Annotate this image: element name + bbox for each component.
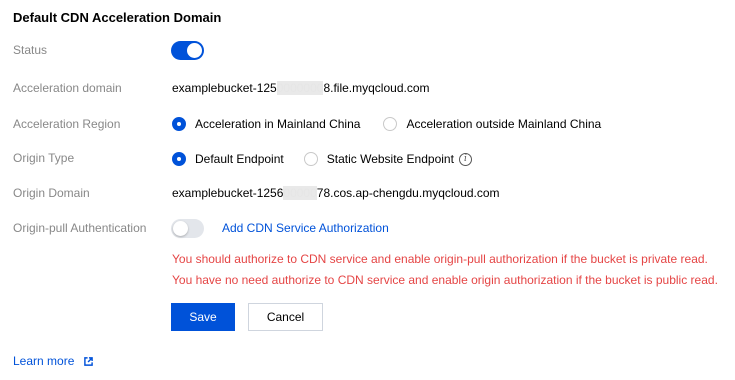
acceleration-domain-label: Acceleration domain bbox=[13, 81, 122, 95]
info-icon[interactable]: i bbox=[458, 152, 472, 166]
radio-outside-mainland-china[interactable]: Acceleration outside Mainland China bbox=[383, 117, 601, 131]
origin-type-radio-group: Default Endpoint Static Website Endpoint… bbox=[172, 152, 472, 166]
add-cdn-authorization-link[interactable]: Add CDN Service Authorization bbox=[222, 221, 389, 235]
radio-mainland-china[interactable]: Acceleration in Mainland China bbox=[172, 117, 360, 131]
origin-pull-auth-label: Origin-pull Authentication bbox=[13, 221, 147, 235]
origin-type-label: Origin Type bbox=[13, 151, 75, 165]
origin-domain-value: examplebucket-12560000078.cos.ap-chengdu… bbox=[172, 186, 500, 200]
section-title: Default CDN Acceleration Domain bbox=[13, 10, 222, 25]
radio-unchecked-icon bbox=[383, 117, 398, 131]
origin-pull-auth-toggle[interactable] bbox=[171, 219, 204, 238]
status-label: Status bbox=[13, 43, 48, 57]
private-read-warning: You should authorize to CDN service and … bbox=[172, 252, 708, 266]
acceleration-region-radio-group: Acceleration in Mainland China Accelerat… bbox=[172, 117, 601, 131]
learn-more-link[interactable]: Learn more bbox=[13, 354, 93, 368]
save-button[interactable]: Save bbox=[171, 303, 235, 331]
acceleration-region-label: Acceleration Region bbox=[13, 117, 121, 131]
masked-text: 00000 bbox=[283, 186, 317, 200]
learn-more-label: Learn more bbox=[13, 354, 75, 368]
toggle-knob bbox=[173, 221, 188, 236]
radio-static-website-endpoint[interactable]: Static Website Endpoint bbox=[303, 152, 454, 166]
external-link-icon bbox=[83, 357, 93, 366]
status-toggle[interactable] bbox=[171, 41, 204, 60]
radio-unchecked-icon bbox=[303, 152, 318, 166]
origin-domain-label: Origin Domain bbox=[13, 186, 90, 200]
cancel-button[interactable]: Cancel bbox=[248, 303, 323, 331]
masked-text: 0000000 bbox=[276, 81, 324, 95]
acceleration-domain-value: examplebucket-12500000008.file.myqcloud.… bbox=[172, 81, 430, 95]
radio-checked-icon bbox=[172, 117, 186, 131]
radio-default-endpoint[interactable]: Default Endpoint bbox=[172, 152, 284, 166]
public-read-warning: You have no need authorize to CDN servic… bbox=[172, 273, 718, 287]
toggle-knob bbox=[187, 43, 202, 58]
radio-checked-icon bbox=[172, 152, 186, 166]
